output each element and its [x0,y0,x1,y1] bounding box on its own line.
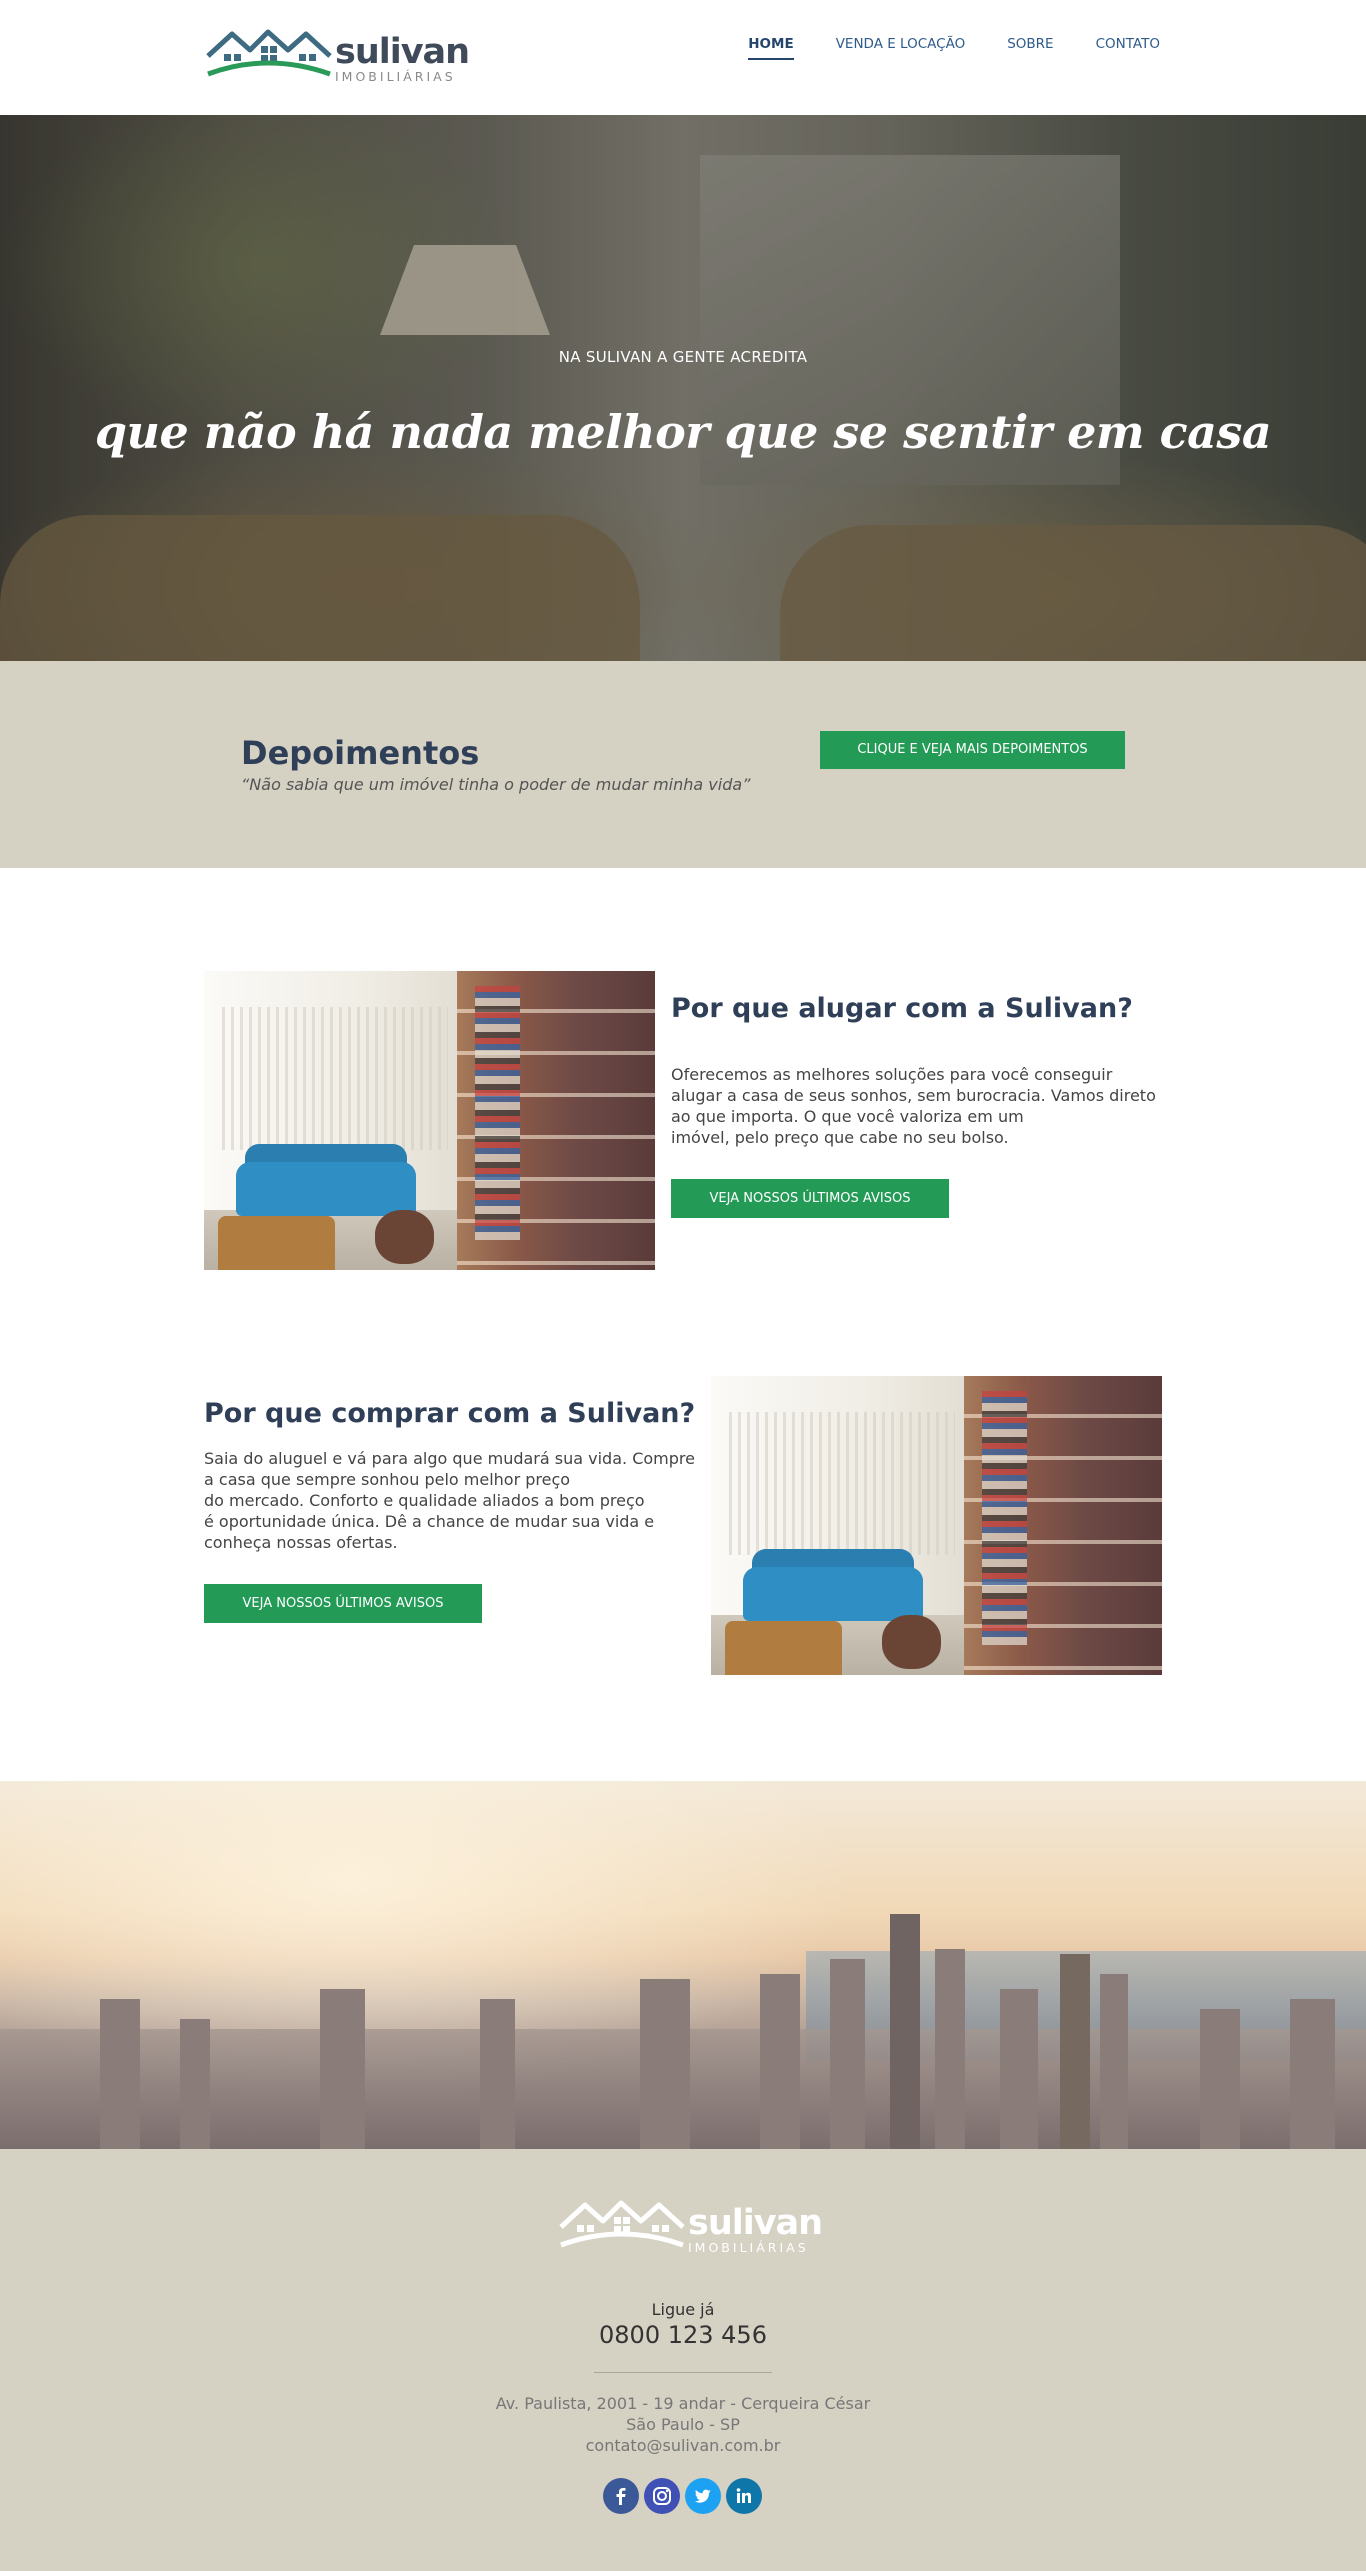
phone-number[interactable]: 0800 123 456 [0,2321,1366,2349]
buy-title: Por que comprar com a Sulivan? [204,1398,696,1429]
buy-description: Saia do aluguel e vá para algo que mudar… [204,1449,695,1552]
linkedin-icon[interactable] [726,2478,762,2514]
hero-kicker: NA SULIVAN A GENTE ACREDITA [558,348,808,366]
site-header: sulivan IMOBILIÁRIAS HOME VENDA E LOCAÇÃ… [0,0,1366,115]
call-label: Ligue já [651,2300,715,2319]
hero-banner: NA SULIVAN A GENTE ACREDITA que não há n… [0,115,1366,661]
logo-subtitle: IMOBILIÁRIAS [335,69,456,84]
footer-logo-subtitle: IMOBILIÁRIAS [688,2240,809,2255]
testimonials-section: Depoimentos “Não sabia que um imóvel tin… [0,661,1366,868]
nav-item-venda-locacao[interactable]: VENDA E LOCAÇÃO [836,36,966,60]
house-logo-icon [559,2200,685,2248]
main-nav: HOME VENDA E LOCAÇÃO SOBRE CONTATO [706,36,1160,60]
rent-description: Oferecemos as melhores soluções para voc… [671,1065,1156,1147]
living-room-photo [711,1376,1162,1675]
email-link[interactable]: contato@sulivan.com.br [586,2436,781,2455]
testimonials-title: Depoimentos [241,734,480,772]
rent-title: Por que alugar com a Sulivan? [671,993,1133,1024]
house-logo-icon [206,29,332,77]
address: Av. Paulista, 2001 - 19 andar - Cerqueir… [0,2393,1366,2456]
logo[interactable]: sulivan IMOBILIÁRIAS [204,26,470,88]
address-line: São Paulo - SP [626,2415,740,2434]
city-skyline-banner [0,1781,1366,2149]
testimonials-quote: “Não sabia que um imóvel tinha o poder d… [241,775,751,794]
more-testimonials-button[interactable]: CLIQUE E VEJA MAIS DEPOIMENTOS [820,731,1125,769]
instagram-icon[interactable] [644,2478,680,2514]
footer-logo[interactable]: sulivan IMOBILIÁRIAS [557,2197,823,2259]
facebook-icon[interactable] [603,2478,639,2514]
nav-item-home[interactable]: HOME [748,36,794,60]
footer-logo-name: sulivan [688,2203,823,2243]
divider [594,2372,772,2373]
buy-listings-button[interactable]: VEJA NOSSOS ÚLTIMOS AVISOS [204,1584,482,1623]
nav-item-sobre[interactable]: SOBRE [1007,36,1053,60]
twitter-icon[interactable] [685,2478,721,2514]
logo-name: sulivan [335,32,470,72]
social-links [603,2478,762,2514]
address-line: Av. Paulista, 2001 - 19 andar - Cerqueir… [495,2394,871,2413]
nav-item-contato[interactable]: CONTATO [1096,36,1160,60]
rent-listings-button[interactable]: VEJA NOSSOS ÚLTIMOS AVISOS [671,1179,949,1218]
living-room-photo [204,971,655,1270]
hero-headline: que não há nada melhor que se sentir em … [94,405,1272,459]
